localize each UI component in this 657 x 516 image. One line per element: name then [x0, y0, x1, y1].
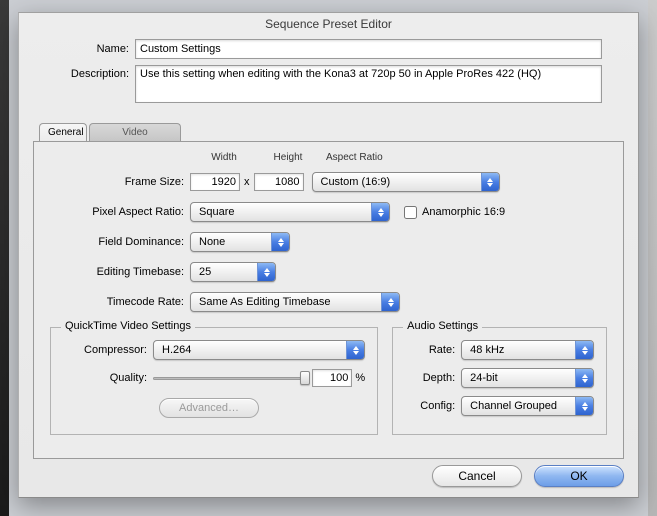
- quicktime-group-title: QuickTime Video Settings: [61, 320, 195, 332]
- anamorphic-label: Anamorphic 16:9: [422, 206, 505, 218]
- audio-rate-popup[interactable]: 48 kHz: [461, 340, 594, 360]
- compressor-popup[interactable]: H.264: [153, 340, 365, 360]
- footer-buttons: Cancel OK: [432, 465, 624, 487]
- audio-depth-value: 24-bit: [470, 372, 498, 384]
- quality-value-input[interactable]: [312, 369, 352, 387]
- frame-size-label: Frame Size:: [50, 176, 190, 188]
- chevron-updown-icon: [575, 397, 593, 415]
- chevron-updown-icon: [257, 263, 275, 281]
- field-dominance-label: Field Dominance:: [50, 236, 190, 248]
- aspect-ratio-popup[interactable]: Custom (16:9): [312, 172, 500, 192]
- background-strip-right: [648, 0, 657, 516]
- chevron-updown-icon: [481, 173, 499, 191]
- audio-config-value: Channel Grouped: [470, 400, 557, 412]
- audio-depth-label: Depth:: [405, 372, 461, 384]
- tab-general[interactable]: General: [39, 123, 87, 141]
- slider-track: [153, 377, 306, 380]
- field-dominance-value: None: [199, 236, 225, 248]
- dialog-title: Sequence Preset Editor: [19, 13, 638, 39]
- chevron-updown-icon: [371, 203, 389, 221]
- timecode-rate-label: Timecode Rate:: [50, 296, 190, 308]
- audio-config-popup[interactable]: Channel Grouped: [461, 396, 594, 416]
- x-separator: x: [244, 176, 250, 188]
- chevron-updown-icon: [271, 233, 289, 251]
- slider-thumb[interactable]: [300, 371, 310, 385]
- chevron-updown-icon: [575, 341, 593, 359]
- audio-config-label: Config:: [405, 400, 461, 412]
- name-label: Name:: [55, 43, 135, 55]
- header-height: Height: [260, 152, 316, 163]
- column-headers: Width Height Aspect Ratio: [196, 152, 607, 163]
- tab-video-processing[interactable]: Video Processing: [89, 123, 181, 141]
- anamorphic-checkbox-input[interactable]: [404, 206, 417, 219]
- chevron-updown-icon: [346, 341, 364, 359]
- audio-depth-popup[interactable]: 24-bit: [461, 368, 594, 388]
- audio-group: Audio Settings Rate: 48 kHz Depth: 24-bi…: [392, 327, 607, 435]
- top-fields: Name: Description: Use this setting when…: [19, 39, 638, 117]
- audio-rate-value: 48 kHz: [470, 344, 504, 356]
- cancel-button[interactable]: Cancel: [432, 465, 522, 487]
- general-panel: Width Height Aspect Ratio Frame Size: x …: [33, 141, 624, 459]
- name-input[interactable]: [135, 39, 602, 59]
- quicktime-group: QuickTime Video Settings Compressor: H.2…: [50, 327, 378, 435]
- frame-width-input[interactable]: [190, 173, 240, 191]
- timecode-rate-popup[interactable]: Same As Editing Timebase: [190, 292, 400, 312]
- ok-button[interactable]: OK: [534, 465, 624, 487]
- aspect-ratio-value: Custom (16:9): [321, 176, 391, 188]
- editing-timebase-popup[interactable]: 25: [190, 262, 276, 282]
- audio-rate-label: Rate:: [405, 344, 461, 356]
- tab-bar: General Video Processing: [35, 123, 622, 141]
- compressor-label: Compressor:: [63, 344, 153, 356]
- dialog-sheet: Sequence Preset Editor Name: Description…: [18, 12, 639, 498]
- pixel-aspect-ratio-popup[interactable]: Square: [190, 202, 390, 222]
- chevron-updown-icon: [575, 369, 593, 387]
- advanced-button: Advanced…: [159, 398, 259, 418]
- editing-timebase-value: 25: [199, 266, 211, 278]
- audio-group-title: Audio Settings: [403, 320, 482, 332]
- background-strip-left: [0, 0, 9, 516]
- frame-height-input[interactable]: [254, 173, 304, 191]
- description-input[interactable]: Use this setting when editing with the K…: [135, 65, 602, 103]
- percent-symbol: %: [355, 372, 365, 384]
- pixel-aspect-ratio-label: Pixel Aspect Ratio:: [50, 206, 190, 218]
- header-width: Width: [196, 152, 252, 163]
- timecode-rate-value: Same As Editing Timebase: [199, 296, 330, 308]
- description-label: Description:: [55, 65, 135, 80]
- quality-label: Quality:: [63, 372, 153, 384]
- field-dominance-popup[interactable]: None: [190, 232, 290, 252]
- header-aspect: Aspect Ratio: [326, 152, 383, 163]
- pixel-aspect-ratio-value: Square: [199, 206, 234, 218]
- chevron-updown-icon: [381, 293, 399, 311]
- quality-slider[interactable]: [153, 371, 306, 385]
- compressor-value: H.264: [162, 344, 191, 356]
- editing-timebase-label: Editing Timebase:: [50, 266, 190, 278]
- anamorphic-checkbox[interactable]: Anamorphic 16:9: [404, 206, 505, 219]
